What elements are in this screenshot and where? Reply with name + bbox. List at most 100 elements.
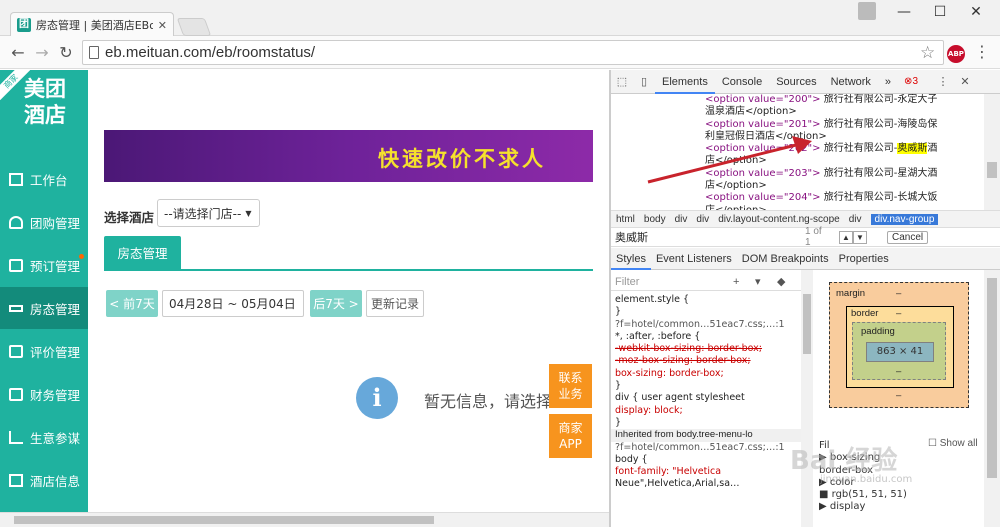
filter-placeholder: Filter — [615, 276, 640, 288]
browser-menu-icon[interactable]: ⋮ — [974, 42, 990, 61]
tab-dom-breakpoints[interactable]: DOM Breakpoints — [737, 248, 834, 270]
hotel-select[interactable]: --请选择门店-- ▼ — [157, 199, 260, 227]
scrollbar-thumb[interactable] — [14, 516, 434, 524]
tab-properties[interactable]: Properties — [834, 248, 894, 270]
style-rule-line: ?f=hotel/common…51eac7.css;…:1 — [615, 318, 785, 330]
minimize-button[interactable]: — — [886, 2, 922, 22]
more-tabs-icon[interactable]: » — [878, 70, 898, 94]
hotel-select-value: --请选择门店-- — [164, 206, 242, 221]
scrollbar-thumb[interactable] — [987, 162, 997, 178]
error-count-badge[interactable]: ⊗3 — [904, 76, 918, 87]
box-model-content: 863 × 41 — [866, 342, 934, 362]
tab-elements[interactable]: Elements — [655, 70, 715, 94]
crumb[interactable]: div.layout-content.ng-scope — [718, 214, 840, 225]
update-history-button[interactable]: 更新记录 — [366, 290, 424, 317]
back-arrow-icon[interactable]: ← — [6, 41, 30, 65]
sidebar-item-label: 预订管理 — [30, 258, 81, 274]
crumb[interactable]: html — [616, 214, 635, 225]
tab-network[interactable]: Network — [824, 70, 878, 94]
devtools-menu-icon[interactable]: ⋮ — [932, 75, 954, 88]
sidebar-item-hotelinfo[interactable]: 酒店信息 — [0, 459, 88, 501]
sidebar-item-finance[interactable]: 财务管理 — [0, 373, 88, 415]
computed-style-line: ■ rgb(51, 51, 51) — [819, 489, 907, 501]
tab-console[interactable]: Console — [715, 70, 769, 94]
dom-text: 酒 — [927, 143, 938, 155]
adblock-icon[interactable]: ABP — [947, 45, 965, 63]
search-cancel-button[interactable]: Cancel — [887, 230, 929, 244]
tab-event-listeners[interactable]: Event Listeners — [651, 248, 737, 270]
url-input[interactable]: eb.meituan.com/eb/roomstatus/ — [82, 40, 944, 65]
scrollbar-thumb[interactable] — [987, 278, 997, 478]
crumb-current[interactable]: div.nav-group — [870, 213, 939, 225]
search-highlight: 奥威斯 — [897, 143, 928, 155]
crumb[interactable]: div — [696, 214, 709, 225]
meituan-hotel-logo[interactable]: 美团 酒店 — [10, 76, 80, 136]
dom-text: 旅行社有限公司-星湖大酒 — [823, 167, 938, 179]
sidebar-subtabs: Styles Event Listeners DOM Breakpoints P… — [611, 248, 1000, 270]
styles-filter-input[interactable]: Filter + ▾ ◆ — [611, 273, 801, 291]
search-next-icon[interactable]: ▼ — [853, 230, 867, 244]
merchant-app-button[interactable]: 商家 APP — [549, 414, 592, 458]
banner-text: 快速改价不求人 — [378, 147, 546, 171]
pin-icon[interactable]: ▾ — [755, 273, 761, 291]
sidebar-item-roomstatus[interactable]: 房态管理 — [0, 287, 88, 329]
bookmark-star-icon[interactable]: ☆ — [920, 43, 935, 63]
sidebar-item-analytics[interactable]: 生意参谋 — [0, 416, 88, 458]
computed-scrollbar[interactable] — [984, 270, 1000, 527]
dom-line[interactable]: <option value="200"> 旅行社有限公司-永定大子 — [705, 94, 984, 106]
sidebar-item-reviews[interactable]: 评价管理 — [0, 330, 88, 372]
promo-banner[interactable]: 快速改价不求人 — [104, 130, 593, 182]
reload-icon[interactable]: ↻ — [54, 41, 78, 65]
dom-line[interactable]: 温泉酒店</option> — [705, 106, 984, 118]
dom-line[interactable]: <option value="204"> 旅行社有限公司-长城大饭 — [705, 192, 984, 204]
wallet-icon — [9, 387, 23, 401]
calendar-icon — [9, 258, 23, 272]
styles-pane[interactable]: element.style {} ?f=hotel/common…51eac7.c… — [611, 294, 801, 527]
tab-title: 房态管理 | 美团酒店EBooki — [36, 19, 153, 32]
styles-scrollbar[interactable] — [801, 270, 813, 527]
tab-close-icon[interactable]: ✕ — [158, 19, 167, 32]
contact-sales-button[interactable]: 联系 业务 — [549, 364, 592, 408]
device-icon[interactable]: ▯ — [633, 75, 655, 88]
breadcrumb: html body div div div.layout-content.ng-… — [611, 210, 1000, 227]
style-rule-line: } — [615, 416, 622, 428]
crumb[interactable]: div — [675, 214, 688, 225]
sidebar-item-workbench[interactable]: 工作台 — [0, 158, 88, 200]
date-range-input[interactable]: 04月28日 ~ 05月04日 — [162, 290, 304, 317]
sidebar-item-label: 财务管理 — [30, 387, 81, 403]
tab-styles[interactable]: Styles — [611, 248, 651, 270]
close-window-button[interactable]: ✕ — [958, 2, 994, 22]
page-horizontal-scrollbar[interactable] — [0, 512, 609, 527]
dom-scrollbar[interactable] — [984, 94, 1000, 210]
crumb[interactable]: body — [644, 214, 666, 225]
border-top-value: – — [896, 308, 902, 319]
dom-tag: <option value="200"> — [705, 94, 824, 105]
add-rule-icon[interactable]: + — [733, 273, 739, 291]
style-rule-line: ?f=hotel/common…51eac7.css;…:1 — [615, 441, 785, 453]
color-format-icon[interactable]: ◆ — [777, 273, 785, 291]
next-week-button[interactable]: 后7天 > — [310, 290, 362, 317]
search-prev-icon[interactable]: ▲ — [839, 230, 853, 244]
prev-week-button[interactable]: < 前7天 — [106, 290, 158, 317]
style-rule-line: display: block; — [615, 404, 683, 416]
sidebar-item-groupbuy[interactable]: 团购管理 — [0, 201, 88, 243]
browser-tab[interactable]: 团 房态管理 | 美团酒店EBooki ✕ — [10, 12, 174, 37]
dom-search-input[interactable]: 奥威斯 — [615, 229, 805, 245]
scrollbar-thumb[interactable] — [803, 294, 811, 354]
sidebar-item-label: 酒店信息 — [30, 473, 81, 489]
devtools-close-icon[interactable]: ✕ — [954, 75, 976, 88]
inspect-icon[interactable]: ⬚ — [611, 75, 633, 88]
user-profile-icon[interactable] — [858, 2, 876, 20]
padding-label: padding — [861, 326, 895, 337]
forward-arrow-icon[interactable]: → — [30, 41, 54, 65]
devtools-tabbar: ⬚ ▯ Elements Console Sources Network » ⊗… — [611, 70, 1000, 94]
tab-roomstatus[interactable]: 房态管理 — [104, 236, 181, 271]
style-rule-line: font-family: "Helvetica — [615, 466, 722, 478]
crumb[interactable]: div — [849, 214, 862, 225]
sidebar-item-booking[interactable]: 预订管理 — [0, 244, 88, 286]
maximize-button[interactable]: ☐ — [922, 2, 958, 22]
tab-sources[interactable]: Sources — [769, 70, 823, 94]
style-rule-line: -moz-box-sizing: border-box; — [615, 355, 751, 367]
style-rule-line: Inherited from body.tree-menu-lo — [611, 429, 801, 442]
url-text: eb.meituan.com/eb/roomstatus/ — [105, 44, 316, 61]
